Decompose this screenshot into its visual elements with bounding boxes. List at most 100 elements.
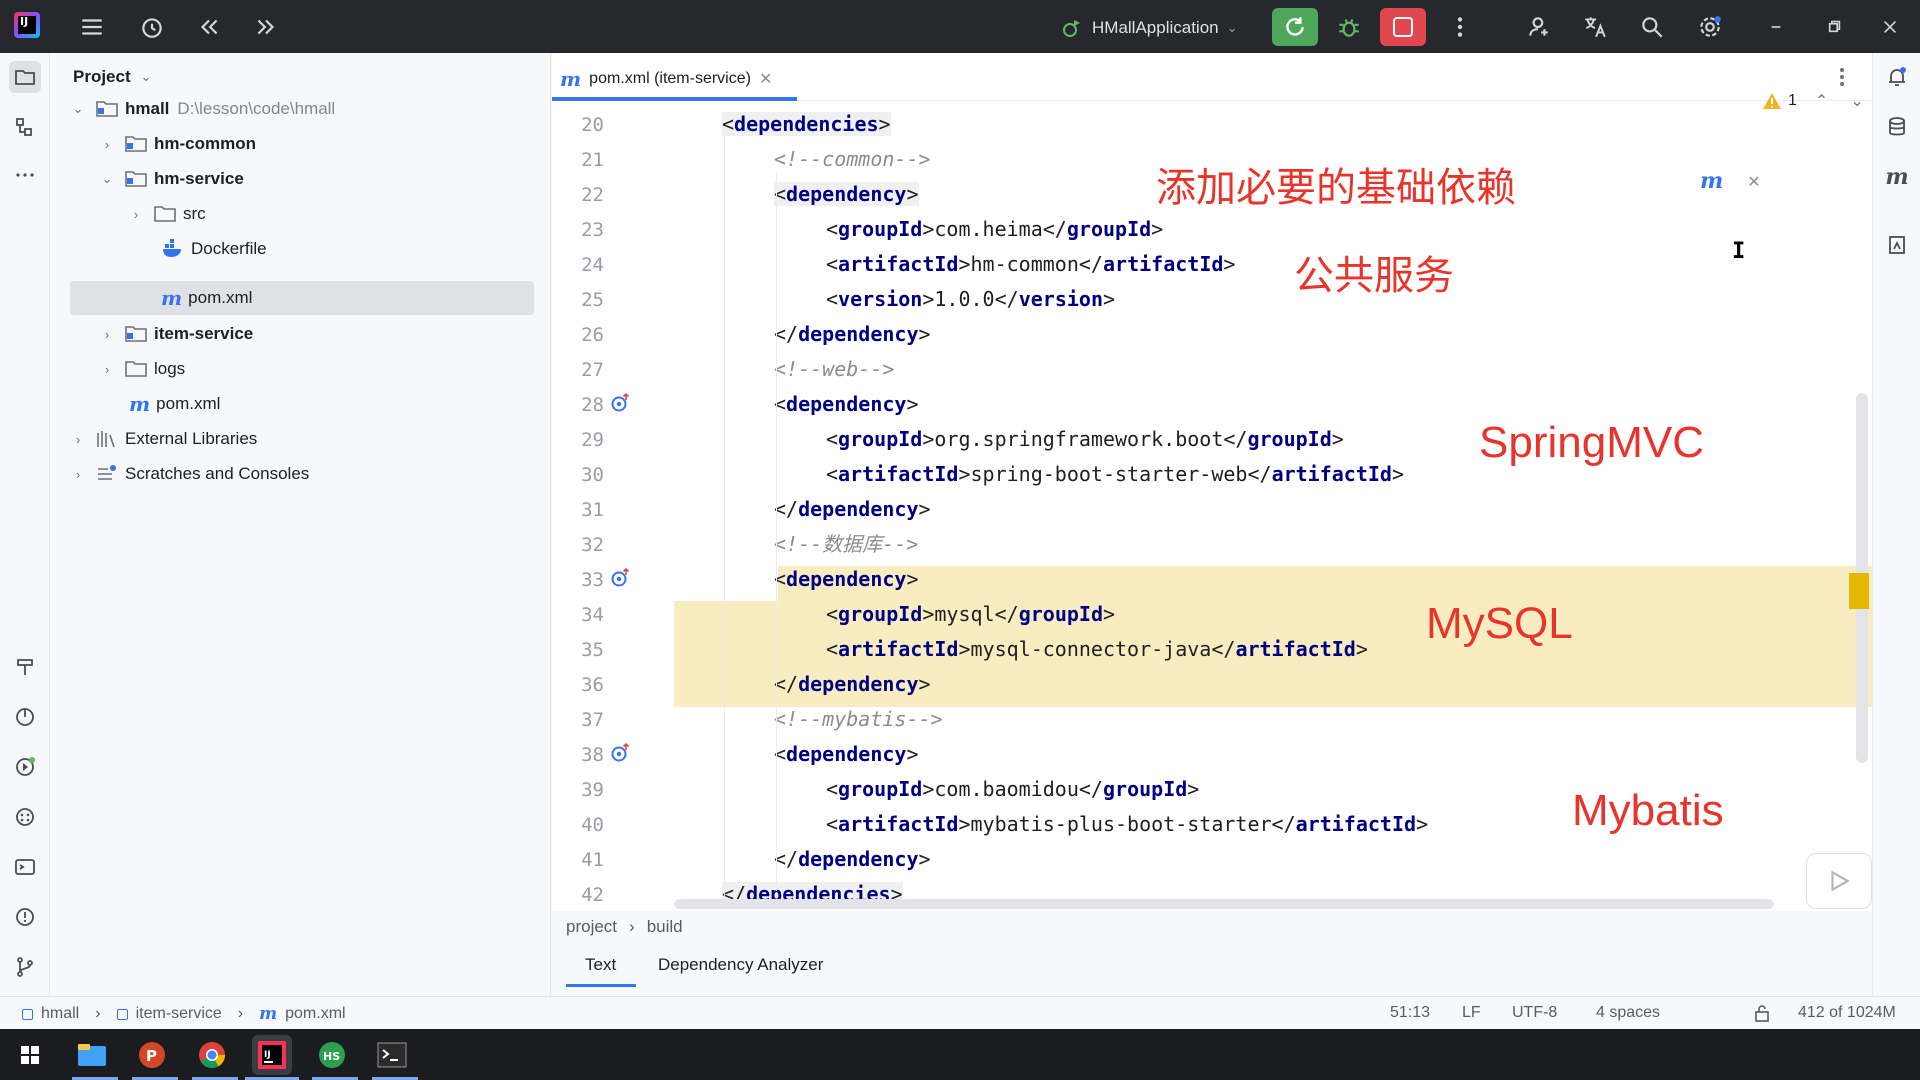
translate-icon[interactable]	[1579, 11, 1611, 43]
memory-indicator[interactable]: 412 of 1024M	[1798, 1004, 1896, 1022]
breadcrumb-build[interactable]: build	[647, 917, 683, 937]
horizontal-scrollbar[interactable]	[674, 899, 1774, 909]
powerpoint-icon[interactable]: P	[132, 1035, 172, 1075]
more-actions-icon[interactable]	[1444, 11, 1476, 43]
plugins-icon[interactable]	[9, 801, 41, 833]
chevron-right-icon[interactable]: ›	[98, 360, 116, 378]
windows-start-icon[interactable]	[10, 1035, 50, 1075]
xml-tag: artifactId	[1102, 252, 1224, 276]
stop-button[interactable]	[1380, 8, 1426, 46]
gutter-dependency-icon[interactable]	[610, 742, 632, 764]
tab-pom-xml-item-service[interactable]: m pom.xml (item-service) ✕	[560, 61, 772, 97]
status-crumb-pom-xml[interactable]: pom.xml	[285, 1005, 345, 1023]
settings-icon[interactable]	[1694, 11, 1726, 43]
profiler-icon[interactable]	[9, 701, 41, 733]
problems-icon[interactable]	[9, 901, 41, 933]
status-crumb-hmall[interactable]: hmall	[41, 1005, 79, 1023]
xml-tag: groupId	[838, 427, 923, 451]
hbuilder-icon[interactable]: HS	[312, 1035, 352, 1075]
tab-options-icon[interactable]	[1832, 65, 1852, 93]
breadcrumb-project[interactable]: project	[566, 917, 617, 937]
structure-icon[interactable]	[9, 111, 41, 143]
chevron-right-icon[interactable]: ›	[69, 465, 87, 483]
gutter-dependency-icon[interactable]	[610, 567, 632, 589]
recent-history-icon[interactable]	[136, 11, 168, 43]
file-explorer-icon[interactable]	[72, 1035, 112, 1075]
debug-button[interactable]	[1332, 10, 1366, 44]
chevron-right-icon[interactable]: ›	[98, 325, 116, 343]
xml-tag: groupId	[1066, 217, 1152, 241]
more-toolwindows-icon[interactable]	[9, 159, 41, 191]
add-user-icon[interactable]	[1523, 11, 1555, 43]
status-bar: hmall › item-service › m pom.xml 51:13 L…	[0, 996, 1920, 1029]
notifications-icon[interactable]	[1881, 61, 1913, 93]
intellij-logo-icon[interactable]: IJ	[14, 12, 40, 38]
code-line-26: </dependency>	[774, 322, 931, 346]
gutter-dependency-icon[interactable]	[610, 392, 632, 414]
terminal-taskbar-icon[interactable]	[372, 1035, 412, 1075]
xml-tag: artifactId	[838, 637, 959, 661]
tree-item-item-service[interactable]: › item-service	[51, 317, 551, 351]
intellij-taskbar-icon[interactable]: IJ	[252, 1035, 292, 1075]
build-hammer-icon[interactable]	[9, 651, 41, 683]
database-icon[interactable]	[1881, 111, 1913, 143]
xml-tag: dependency	[786, 742, 907, 766]
forward-icon[interactable]	[250, 11, 282, 43]
tab-text[interactable]: Text	[585, 955, 616, 975]
xml-tag: groupId	[1102, 777, 1188, 801]
close-tab-icon[interactable]: ✕	[759, 69, 772, 89]
services-icon[interactable]	[9, 751, 41, 783]
status-crumb-item-service[interactable]: item-service	[136, 1005, 222, 1023]
chevron-down-icon[interactable]: ⌄	[98, 170, 116, 188]
editor: m pom.xml (item-service) ✕ 1 ⌃ ⌄ m ✕ I <…	[552, 53, 1872, 911]
scratches-icon	[98, 465, 116, 480]
caret-position[interactable]: 51:13	[1390, 1004, 1430, 1022]
tree-item-pom-xml-selected[interactable]: m pom.xml	[70, 281, 534, 315]
run-configuration-selector[interactable]: HMallApplication ⌄	[1060, 12, 1238, 44]
line-number: 30	[581, 464, 604, 486]
left-toolwindow-strip	[0, 53, 50, 1029]
tree-item-dockerfile[interactable]: Dockerfile	[51, 232, 551, 266]
tree-item-src[interactable]: › src	[51, 197, 551, 231]
video-play-button[interactable]	[1806, 853, 1872, 909]
project-panel-header[interactable]: Project ⌄	[73, 67, 152, 87]
chrome-icon[interactable]	[192, 1035, 232, 1075]
tree-item-hmall[interactable]: ⌄ hmall D:\lesson\code\hmall	[51, 92, 551, 126]
tree-item-hm-common[interactable]: › hm-common	[51, 127, 551, 161]
right-toolwindow-strip: m	[1872, 53, 1920, 1029]
xml-value: spring-boot-starter-web	[970, 462, 1248, 486]
git-branch-icon[interactable]	[9, 951, 41, 983]
rerun-button[interactable]	[1272, 8, 1318, 46]
file-encoding[interactable]: UTF-8	[1512, 1004, 1557, 1022]
chevron-right-icon[interactable]: ›	[69, 430, 87, 448]
tree-item-root-pom-xml[interactable]: m pom.xml	[51, 387, 551, 421]
line-separator[interactable]: LF	[1462, 1004, 1481, 1022]
windows-taskbar: P IJ HS	[0, 1029, 1920, 1080]
bookmarks-icon[interactable]	[1881, 229, 1913, 261]
xml-tag: artifactId	[838, 252, 959, 276]
tree-item-label: src	[183, 204, 206, 223]
minimize-icon[interactable]	[1760, 11, 1792, 43]
main-menu-icon[interactable]	[76, 11, 108, 43]
lock-icon[interactable]	[1754, 1004, 1770, 1027]
maven-icon[interactable]: m	[1881, 161, 1913, 193]
chevron-right-icon[interactable]: ›	[98, 135, 116, 153]
back-icon[interactable]	[193, 11, 225, 43]
terminal-icon[interactable]	[9, 851, 41, 883]
chevron-right-icon[interactable]: ›	[127, 205, 145, 223]
code-line-37: <!--mybatis-->	[670, 702, 1860, 737]
restore-icon[interactable]	[1818, 11, 1850, 43]
line-number: 31	[581, 499, 604, 521]
chevron-down-icon[interactable]: ⌄	[69, 100, 87, 118]
line-number: 38	[581, 744, 604, 766]
indent-setting[interactable]: 4 spaces	[1596, 1004, 1660, 1022]
tab-dependency-analyzer[interactable]: Dependency Analyzer	[658, 955, 823, 975]
tree-item-hm-service[interactable]: ⌄ hm-service	[51, 162, 551, 196]
tree-item-logs[interactable]: › logs	[51, 352, 551, 386]
tree-item-external-libraries[interactable]: › External Libraries	[51, 422, 551, 456]
close-icon[interactable]	[1874, 11, 1906, 43]
line-number: 27	[581, 359, 604, 381]
tree-item-scratches[interactable]: › Scratches and Consoles	[51, 457, 551, 491]
search-icon[interactable]	[1636, 11, 1668, 43]
project-folder-icon[interactable]	[9, 61, 41, 93]
